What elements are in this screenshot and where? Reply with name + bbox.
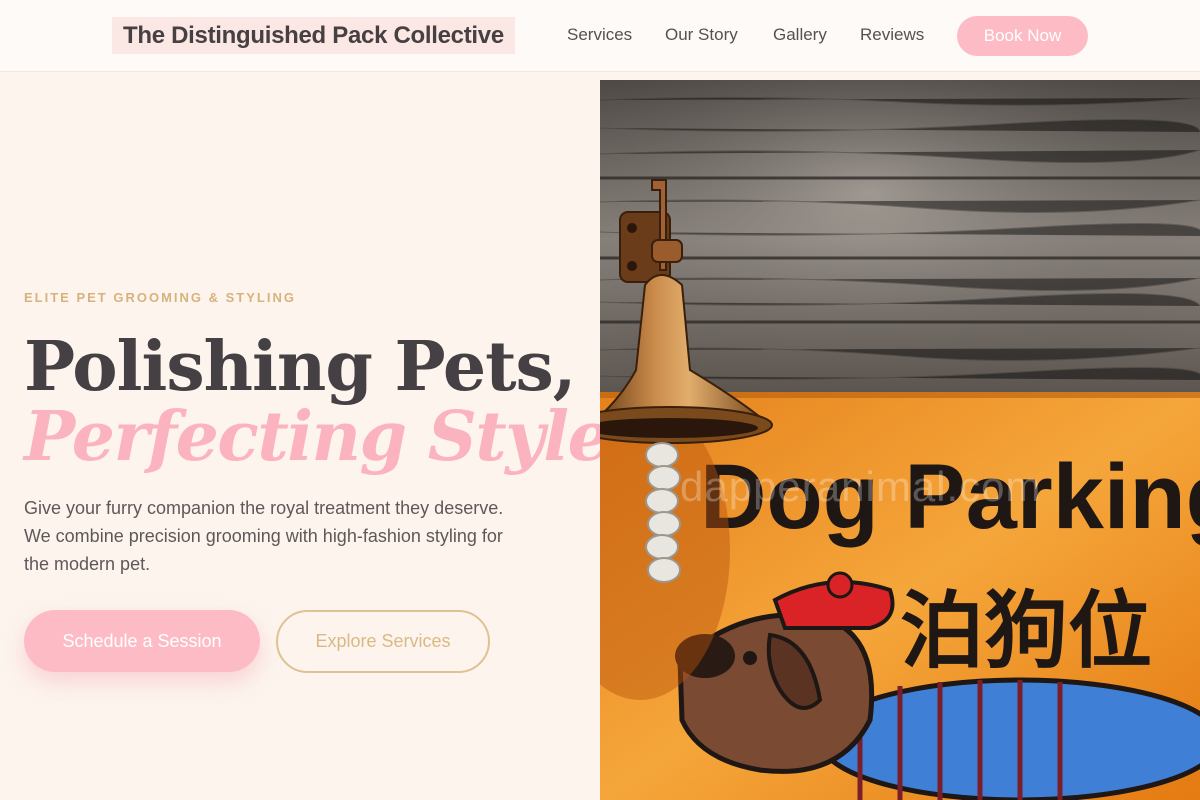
hero-section: ELITE PET GROOMING & STYLING Polishing P… [0, 73, 633, 800]
brand-logo[interactable]: The Distinguished Pack Collective [112, 17, 515, 54]
top-navigation: The Distinguished Pack Collective Servic… [0, 0, 1200, 72]
dog-parking-sign-illustration: Dog Parking 泊狗位 [600, 80, 1200, 800]
nav-link-gallery[interactable]: Gallery [773, 24, 827, 46]
book-now-button[interactable]: Book Now [957, 16, 1088, 56]
hero-lead-text: Give your furry companion the royal trea… [24, 498, 504, 574]
sign-text-chinese: 泊狗位 [900, 582, 1152, 680]
explore-services-button[interactable]: Explore Services [276, 610, 490, 673]
hero-headline-line1: Polishing Pets, [24, 327, 576, 407]
hero-headline-line2: Perfecting Style. [24, 397, 633, 477]
photo-watermark: dapperanimal.com [680, 463, 1042, 510]
nav-link-services[interactable]: Services [567, 24, 632, 46]
schedule-session-button[interactable]: Schedule a Session [24, 610, 260, 672]
nav-link-reviews[interactable]: Reviews [860, 24, 924, 46]
hero-photo: Dog Parking 泊狗位 dapperanimal.com [600, 80, 1200, 800]
hero-eyebrow: ELITE PET GROOMING & STYLING [24, 290, 296, 305]
nav-link-our-story[interactable]: Our Story [665, 24, 738, 46]
